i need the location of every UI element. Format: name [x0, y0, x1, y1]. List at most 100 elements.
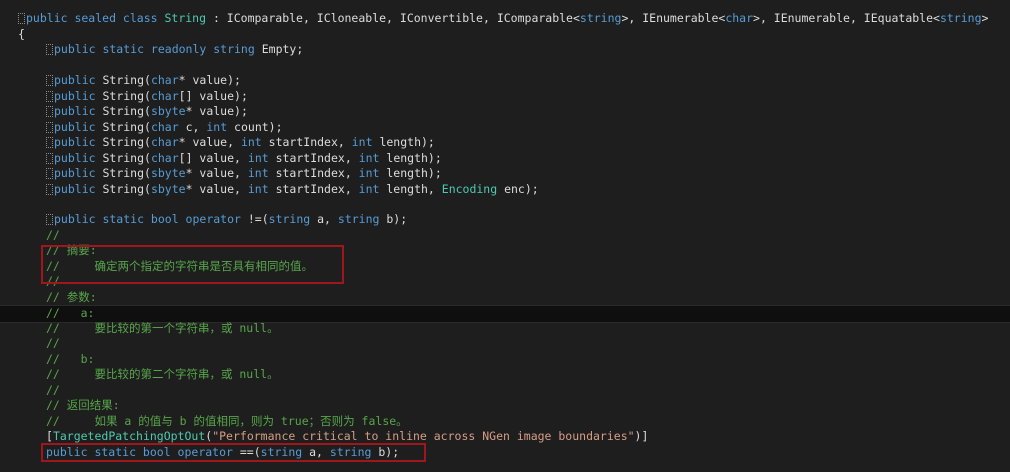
code-token: startIndex,: [261, 135, 352, 149]
code-token: )]: [634, 429, 649, 443]
code-token: public sealed class: [26, 11, 165, 25]
code-token: char: [150, 135, 179, 149]
code-token: [] value);: [178, 88, 248, 103]
code-token: char: [150, 150, 179, 165]
code-token: TargetedPatchingOptOut: [52, 429, 206, 443]
collapse-marker-icon[interactable]: [18, 13, 25, 24]
code-token: // 参数:: [46, 289, 97, 304]
collapse-marker-icon[interactable]: [46, 183, 53, 195]
code-line[interactable]: // 返回结果:: [46, 398, 1010, 414]
code-token: String(: [95, 150, 151, 165]
collapse-marker-icon[interactable]: [46, 90, 53, 102]
code-token: [] value,: [178, 150, 248, 165]
code-token: a,: [310, 212, 338, 226]
code-token: public: [54, 88, 96, 103]
code-token: // a:: [46, 306, 95, 320]
code-token: >: [981, 11, 989, 25]
code-token: string: [268, 212, 311, 226]
code-token: "Performance critical to inline across N…: [212, 429, 635, 443]
code-token: String(: [95, 135, 151, 149]
code-token: string: [337, 212, 380, 226]
code-line[interactable]: //: [46, 336, 1010, 352]
code-token: c,: [178, 119, 207, 134]
code-token: String(: [95, 166, 151, 180]
code-token: length);: [379, 150, 442, 165]
code-token: String(: [95, 88, 151, 103]
code-line[interactable]: // 如果 a 的值与 b 的值相同，则为 true；否则为 false。: [46, 414, 1010, 430]
operator-highlight-box: [41, 443, 426, 462]
code-token: String(: [95, 119, 151, 134]
code-line[interactable]: public static bool operator !=(string a,…: [46, 212, 1010, 228]
code-token: char: [150, 73, 179, 87]
collapse-marker-icon[interactable]: [46, 214, 53, 225]
collapse-marker-icon[interactable]: [46, 44, 53, 55]
code-token: int: [247, 150, 269, 165]
code-line[interactable]: public String(char[] value, int startInd…: [46, 151, 1010, 167]
code-token: {: [18, 27, 25, 41]
code-line[interactable]: public String(char* value, int startInde…: [46, 135, 1010, 151]
code-token: public: [54, 166, 96, 180]
code-token: : IComparable, ICloneable, IConvertible,…: [206, 11, 580, 25]
code-token: public: [54, 135, 96, 149]
code-token: * value,: [185, 181, 248, 196]
code-line[interactable]: //: [46, 383, 1010, 399]
code-token: >, IEnumerable<: [621, 11, 726, 25]
code-line[interactable]: public sealed class String : IComparable…: [18, 11, 1010, 27]
collapse-marker-icon[interactable]: [46, 152, 53, 164]
code-line[interactable]: public String(char* value);: [46, 73, 1010, 89]
code-token: String(: [95, 73, 151, 87]
code-token: public: [54, 119, 96, 134]
code-token: char: [150, 119, 179, 134]
code-token: public: [54, 104, 96, 118]
code-token: startIndex,: [268, 166, 359, 180]
code-token: * value,: [178, 135, 241, 149]
code-token: char: [725, 11, 754, 25]
code-line[interactable]: public String(char[] value);: [46, 89, 1010, 105]
code-line[interactable]: // b:: [46, 352, 1010, 368]
code-token: public static readonly string: [54, 42, 255, 56]
code-line[interactable]: // 要比较的第一个字符串，或 null。: [46, 321, 1010, 337]
code-line[interactable]: //: [46, 228, 1010, 244]
collapse-marker-icon[interactable]: [46, 121, 53, 133]
code-token: string: [939, 11, 982, 25]
code-token: public static bool operator: [54, 212, 241, 226]
code-token: startIndex,: [268, 181, 359, 196]
code-line[interactable]: public String(char c, int count);: [46, 120, 1010, 136]
code-line[interactable]: public String(sbyte* value, int startInd…: [46, 182, 1010, 198]
code-token: public: [54, 150, 96, 165]
code-token: count);: [227, 119, 283, 134]
collapse-marker-icon[interactable]: [46, 75, 53, 86]
code-token: int: [358, 181, 380, 196]
summary-highlight-box: [41, 245, 344, 284]
code-token: // b:: [46, 351, 95, 366]
code-line[interactable]: {: [18, 27, 1010, 43]
collapse-marker-icon[interactable]: [46, 168, 53, 179]
code-line[interactable]: public String(sbyte* value);: [46, 104, 1010, 120]
code-token: enc);: [497, 181, 539, 196]
code-token: Encoding: [441, 181, 498, 196]
code-token: // 如果 a 的值与 b 的值相同，则为 true；否则为 false。: [46, 413, 408, 428]
collapse-marker-icon[interactable]: [46, 106, 53, 117]
code-line[interactable]: // 要比较的第二个字符串，或 null。: [46, 367, 1010, 383]
code-token: // 返回结果:: [46, 398, 120, 412]
code-token: Empty;: [254, 42, 304, 56]
code-token: int: [247, 181, 269, 196]
code-token: sbyte: [150, 104, 186, 118]
code-token: startIndex,: [268, 150, 359, 165]
collapse-marker-icon[interactable]: [46, 137, 53, 148]
code-token: //: [46, 227, 60, 242]
code-token: int: [358, 150, 380, 165]
code-token: // 要比较的第二个字符串，或 null。: [46, 367, 279, 381]
code-token: length);: [379, 166, 442, 180]
code-token: public: [54, 181, 96, 196]
code-token: >, IEnumerable, IEquatable<: [753, 11, 940, 25]
code-line[interactable]: // 参数:: [46, 290, 1010, 306]
code-token: * value,: [185, 166, 248, 180]
code-token: int: [351, 135, 373, 149]
code-token: string: [579, 11, 622, 25]
code-token: * value);: [178, 73, 241, 87]
code-line[interactable]: public static readonly string Empty;: [46, 42, 1010, 58]
code-line[interactable]: public String(sbyte* value, int startInd…: [46, 166, 1010, 182]
code-editor[interactable]: public sealed class String : IComparable…: [0, 0, 1010, 472]
code-token: int: [247, 166, 269, 180]
